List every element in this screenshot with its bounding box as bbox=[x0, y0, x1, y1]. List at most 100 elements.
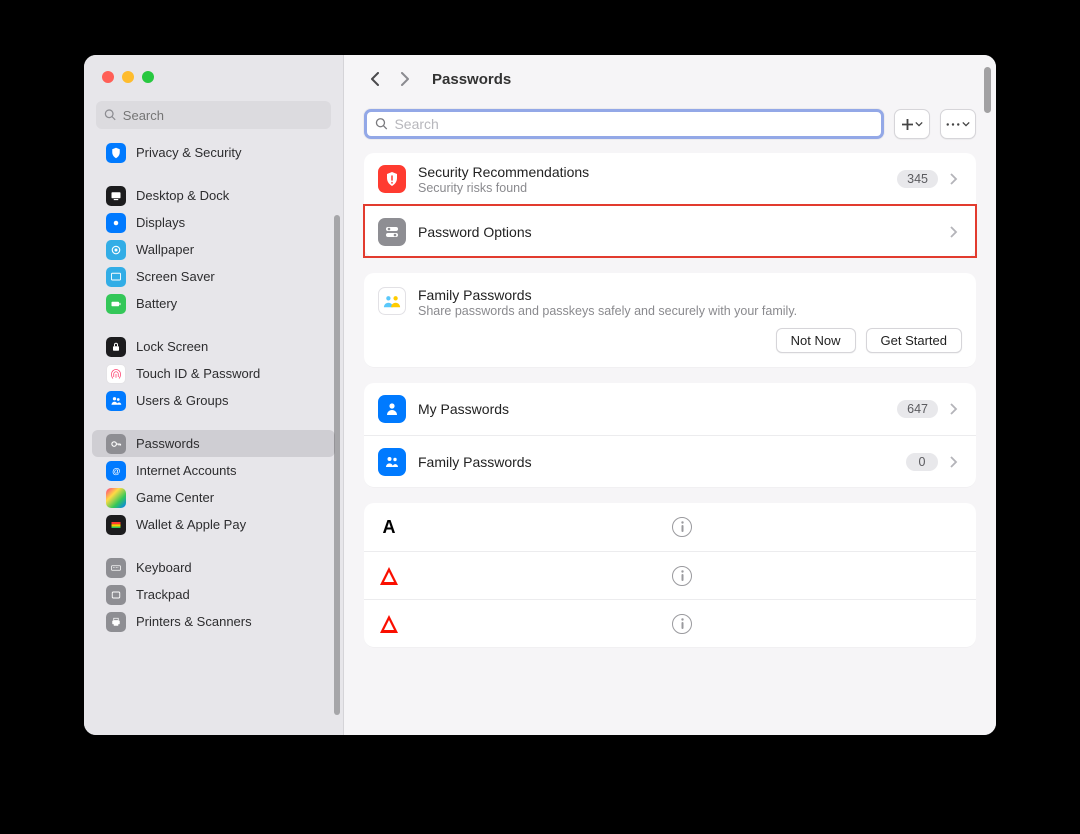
sidebar-item-touch-id[interactable]: Touch ID & Password bbox=[92, 360, 335, 387]
ellipsis-icon bbox=[946, 119, 960, 130]
settings-window: Privacy & Security Desktop & Dock Displa… bbox=[84, 55, 996, 735]
sidebar-item-label: Keyboard bbox=[136, 560, 192, 575]
toolbar: Passwords bbox=[344, 55, 996, 103]
fingerprint-icon bbox=[106, 364, 126, 384]
sidebar-item-label: Internet Accounts bbox=[136, 463, 236, 478]
chevron-right-icon bbox=[946, 403, 962, 415]
family-title: Family Passwords bbox=[418, 287, 962, 303]
passwords-search[interactable] bbox=[364, 109, 884, 139]
site-favicon bbox=[378, 613, 400, 635]
sidebar-item-label: Battery bbox=[136, 296, 177, 311]
my-passwords-row[interactable]: My Passwords 647 bbox=[364, 383, 976, 435]
sidebar-item-users-groups[interactable]: Users & Groups bbox=[92, 387, 335, 414]
minimize-window-button[interactable] bbox=[122, 71, 134, 83]
sidebar-search[interactable] bbox=[96, 101, 331, 129]
gamecenter-icon bbox=[106, 488, 126, 508]
screensaver-icon bbox=[106, 267, 126, 287]
sidebar-item-label: Game Center bbox=[136, 490, 214, 505]
my-passwords-title: My Passwords bbox=[418, 401, 897, 417]
passwords-search-input[interactable] bbox=[394, 116, 873, 132]
more-button[interactable] bbox=[940, 109, 976, 139]
sidebar-item-label: Lock Screen bbox=[136, 339, 208, 354]
forward-button[interactable] bbox=[394, 68, 416, 90]
family-share-row: Family Passwords Share passwords and pas… bbox=[364, 273, 976, 328]
sidebar-item-label: Privacy & Security bbox=[136, 145, 241, 160]
site-favicon bbox=[378, 565, 400, 587]
sidebar-item-label: Touch ID & Password bbox=[136, 366, 260, 381]
trackpad-icon bbox=[106, 585, 126, 605]
redacted-label bbox=[412, 514, 672, 540]
not-now-button[interactable]: Not Now bbox=[776, 328, 856, 353]
password-entry-row[interactable] bbox=[364, 599, 976, 647]
sidebar-item-label: Displays bbox=[136, 215, 185, 230]
sidebar-item-label: Wallpaper bbox=[136, 242, 194, 257]
security-title: Security Recommendations bbox=[418, 164, 897, 180]
password-entry-row[interactable] bbox=[364, 551, 976, 599]
sidebar-search-input[interactable] bbox=[123, 108, 323, 123]
chevron-down-icon bbox=[962, 121, 970, 127]
key-icon bbox=[106, 434, 126, 454]
maximize-window-button[interactable] bbox=[142, 71, 154, 83]
sidebar-item-displays[interactable]: Displays bbox=[92, 209, 335, 236]
plus-icon bbox=[902, 119, 913, 130]
sidebar-item-desktop-dock[interactable]: Desktop & Dock bbox=[92, 182, 335, 209]
chevron-down-icon bbox=[915, 121, 923, 127]
sidebar-item-lock-screen[interactable]: Lock Screen bbox=[92, 333, 335, 360]
passwords-list-card: A bbox=[364, 503, 976, 647]
wallet-icon bbox=[106, 515, 126, 535]
lock-icon bbox=[106, 337, 126, 357]
groups-card: My Passwords 647 Family Passwords 0 bbox=[364, 383, 976, 487]
sidebar-scrollbar[interactable] bbox=[334, 215, 340, 715]
sidebar-item-label: Printers & Scanners bbox=[136, 614, 252, 629]
family-subtitle: Share passwords and passkeys safely and … bbox=[418, 304, 962, 318]
sidebar-item-trackpad[interactable]: Trackpad bbox=[92, 581, 335, 608]
sidebar-item-game-center[interactable]: Game Center bbox=[92, 484, 335, 511]
sidebar: Privacy & Security Desktop & Dock Displa… bbox=[84, 55, 344, 735]
at-icon: @ bbox=[106, 461, 126, 481]
page-title: Passwords bbox=[432, 71, 511, 88]
battery-icon bbox=[106, 294, 126, 314]
sidebar-item-screen-saver[interactable]: Screen Saver bbox=[92, 263, 335, 290]
info-button[interactable] bbox=[672, 614, 692, 634]
info-button[interactable] bbox=[672, 517, 692, 537]
security-card: Security Recommendations Security risks … bbox=[364, 153, 976, 257]
toggles-icon bbox=[378, 218, 406, 246]
wallpaper-icon bbox=[106, 240, 126, 260]
sidebar-item-label: Desktop & Dock bbox=[136, 188, 229, 203]
family-share-card: Family Passwords Share passwords and pas… bbox=[364, 273, 976, 367]
sidebar-item-label: Screen Saver bbox=[136, 269, 215, 284]
person-icon bbox=[378, 395, 406, 423]
keyboard-icon bbox=[106, 558, 126, 578]
sidebar-item-passwords[interactable]: Passwords bbox=[92, 430, 335, 457]
sidebar-item-privacy-security[interactable]: Privacy & Security bbox=[92, 139, 335, 166]
site-favicon: A bbox=[378, 516, 400, 538]
sidebar-item-battery[interactable]: Battery bbox=[92, 290, 335, 317]
sidebar-item-keyboard[interactable]: Keyboard bbox=[92, 554, 335, 581]
printer-icon bbox=[106, 612, 126, 632]
family-passwords-count: 0 bbox=[906, 453, 938, 471]
sidebar-item-wallpaper[interactable]: Wallpaper bbox=[92, 236, 335, 263]
family-passwords-title: Family Passwords bbox=[418, 454, 906, 470]
sidebar-item-label: Trackpad bbox=[136, 587, 190, 602]
chevron-right-icon bbox=[946, 456, 962, 468]
password-entry-row[interactable]: A bbox=[364, 503, 976, 551]
add-button[interactable] bbox=[894, 109, 930, 139]
back-button[interactable] bbox=[364, 68, 386, 90]
displays-icon bbox=[106, 213, 126, 233]
family-passwords-row[interactable]: Family Passwords 0 bbox=[364, 435, 976, 487]
svg-text:@: @ bbox=[112, 467, 120, 476]
options-title: Password Options bbox=[418, 224, 946, 240]
sidebar-item-printers[interactable]: Printers & Scanners bbox=[92, 608, 335, 635]
people-icon bbox=[378, 448, 406, 476]
close-window-button[interactable] bbox=[102, 71, 114, 83]
search-icon bbox=[104, 108, 117, 122]
sidebar-item-wallet[interactable]: Wallet & Apple Pay bbox=[92, 511, 335, 538]
redacted-label bbox=[412, 611, 672, 637]
info-button[interactable] bbox=[672, 566, 692, 586]
users-icon bbox=[106, 391, 126, 411]
password-options-row[interactable]: Password Options bbox=[364, 205, 976, 257]
get-started-button[interactable]: Get Started bbox=[866, 328, 962, 353]
main-scrollbar[interactable] bbox=[984, 67, 991, 113]
sidebar-item-internet-accounts[interactable]: @ Internet Accounts bbox=[92, 457, 335, 484]
security-recommendations-row[interactable]: Security Recommendations Security risks … bbox=[364, 153, 976, 205]
